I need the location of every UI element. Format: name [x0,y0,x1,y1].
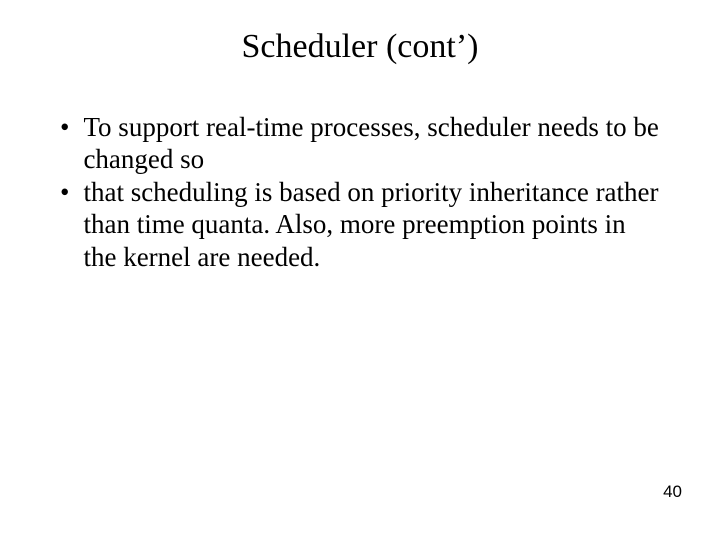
bullet-text: that scheduling is based on priority inh… [83,176,660,273]
bullet-icon: • [60,176,69,208]
list-item: • that scheduling is based on priority i… [60,176,660,273]
bullet-text: To support real-time processes, schedule… [83,111,660,176]
slide-container: Scheduler (cont’) • To support real-time… [0,0,720,540]
slide-title: Scheduler (cont’) [60,28,660,66]
bullet-icon: • [60,111,69,143]
page-number: 40 [663,482,682,502]
bullet-list: • To support real-time processes, schedu… [60,111,660,273]
list-item: • To support real-time processes, schedu… [60,111,660,176]
